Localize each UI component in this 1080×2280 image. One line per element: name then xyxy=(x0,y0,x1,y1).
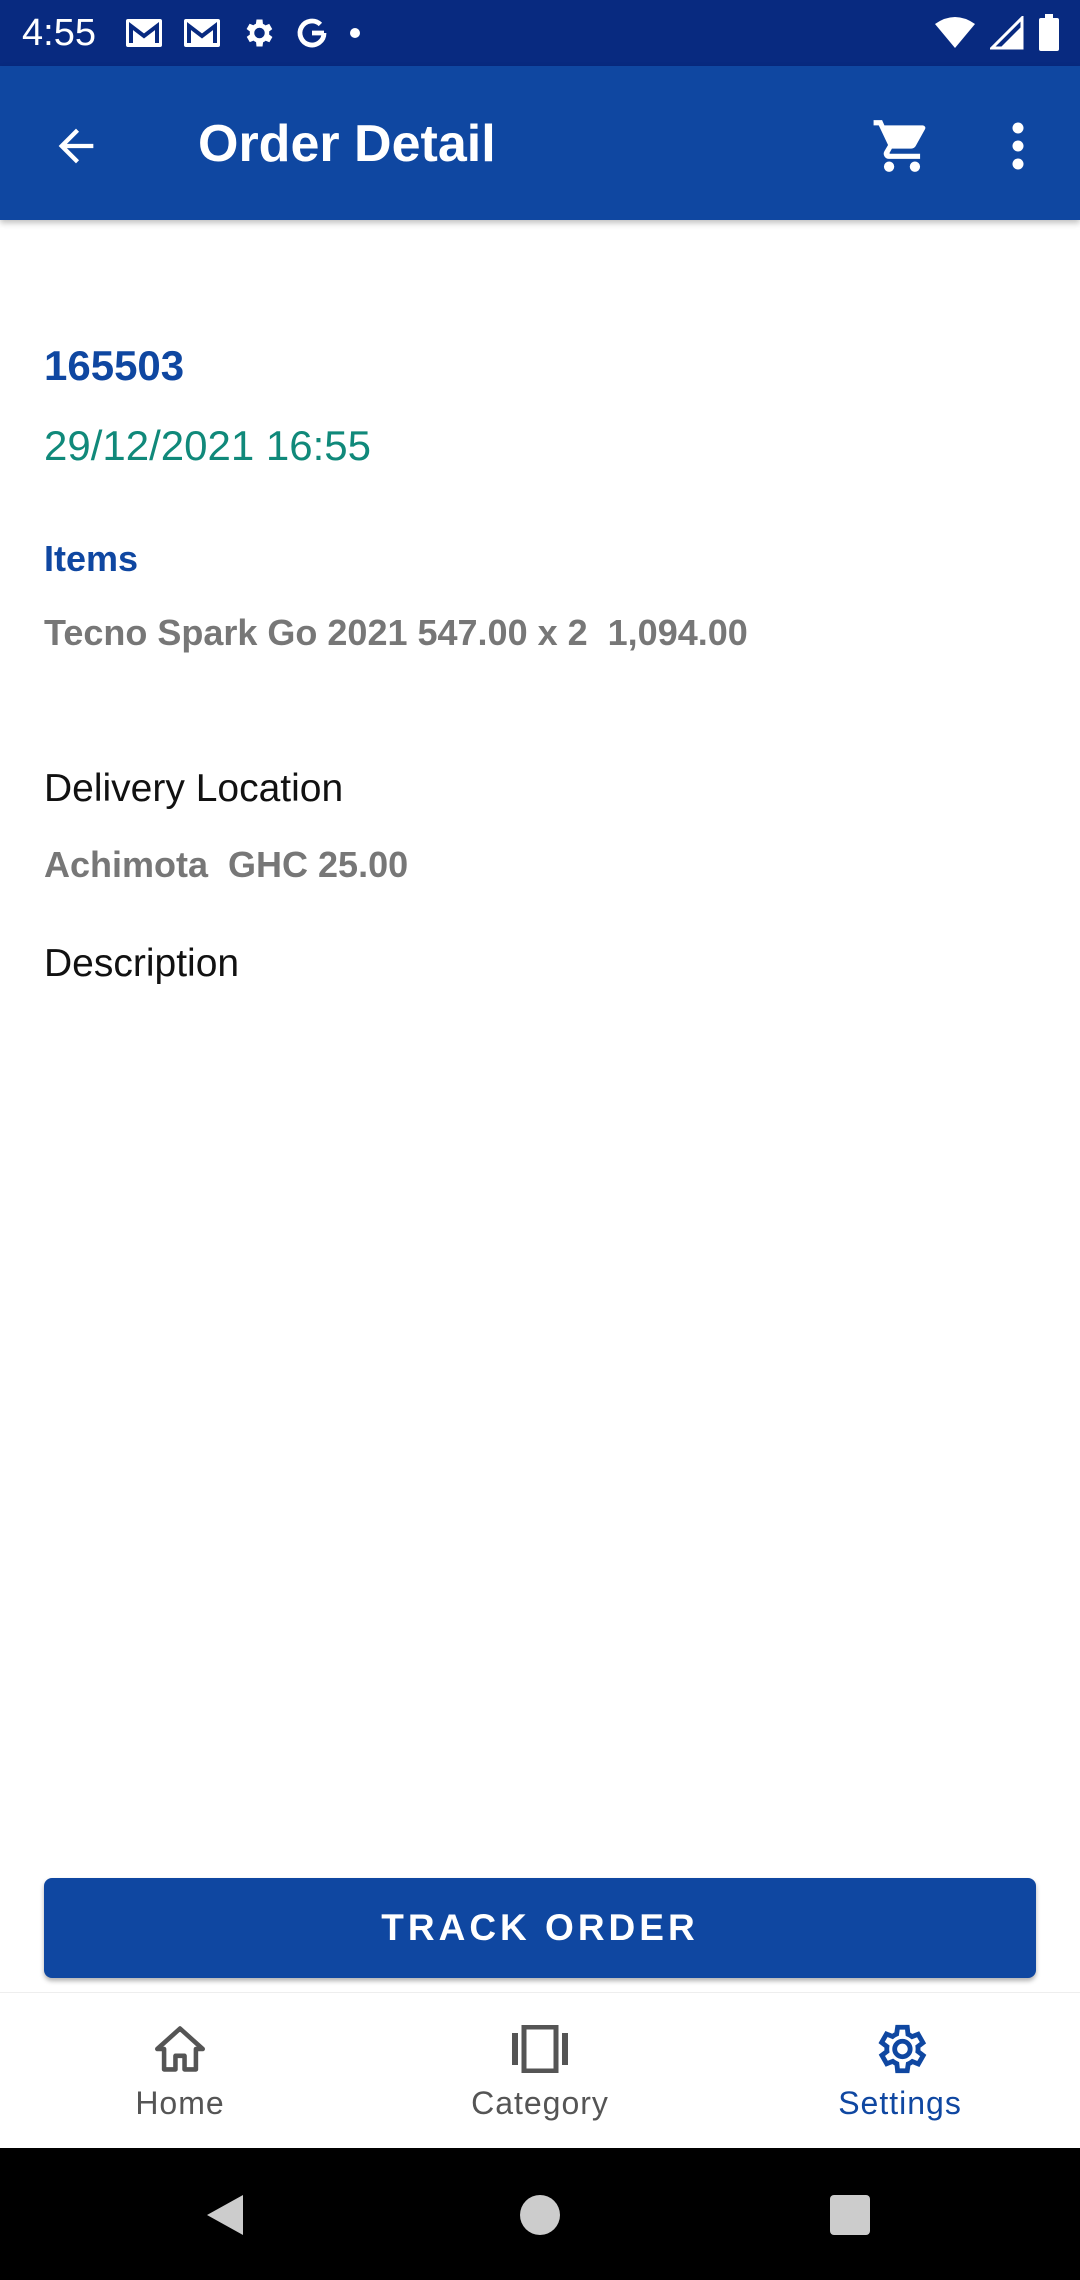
description-heading: Description xyxy=(44,942,240,985)
order-item-line: Tecno Spark Go 2021 547.00 x 2 1,094.00 xyxy=(44,612,748,653)
status-system-icons xyxy=(920,12,1060,54)
back-button[interactable] xyxy=(40,110,112,182)
wifi-icon xyxy=(934,16,976,50)
nav-item-category[interactable]: Category xyxy=(360,1993,720,2149)
status-time: 4:55 xyxy=(22,12,96,54)
nav-item-home[interactable]: Home xyxy=(0,1993,360,2149)
gmail-icon xyxy=(124,16,164,50)
order-id: 165503 xyxy=(44,342,185,389)
system-navigation-bar xyxy=(0,2148,1080,2280)
cart-button[interactable] xyxy=(862,110,942,182)
google-icon xyxy=(294,15,330,51)
arrow-back-icon xyxy=(58,128,94,164)
more-options-button[interactable] xyxy=(990,110,1046,182)
nav-label-settings: Settings xyxy=(838,2085,962,2121)
more-vertical-icon xyxy=(1012,122,1024,170)
app-bar: Order Detail xyxy=(0,66,1080,220)
page-title: Order Detail xyxy=(198,115,496,173)
notification-dot-icon xyxy=(348,26,362,40)
gmail-icon xyxy=(182,16,222,50)
track-order-button[interactable]: TRACK ORDER xyxy=(44,1878,1036,1978)
nav-label-home: Home xyxy=(135,2085,225,2121)
home-icon xyxy=(152,2021,208,2077)
status-notification-icons xyxy=(124,13,380,53)
items-heading: Items xyxy=(44,538,139,579)
settings-gear-icon xyxy=(871,2021,929,2077)
order-date: 29/12/2021 16:55 xyxy=(44,422,371,469)
shopping-cart-icon xyxy=(873,120,926,172)
delivery-location-heading: Delivery Location xyxy=(44,767,344,810)
cellular-signal-icon xyxy=(990,16,1024,50)
nav-label-category: Category xyxy=(471,2085,609,2121)
system-home-icon[interactable] xyxy=(515,2190,565,2240)
status-bar: 4:55 xyxy=(0,0,1080,66)
settings-gear-icon xyxy=(240,15,276,51)
delivery-location-value: Achimota GHC 25.00 xyxy=(44,844,409,885)
nav-item-settings[interactable]: Settings xyxy=(720,1993,1080,2149)
bottom-navigation: Home Category Settings xyxy=(0,1992,1080,2148)
category-carousel-icon xyxy=(512,2021,568,2077)
battery-icon xyxy=(1038,14,1060,52)
system-back-icon[interactable] xyxy=(200,2190,250,2240)
system-recents-icon[interactable] xyxy=(825,2190,875,2240)
